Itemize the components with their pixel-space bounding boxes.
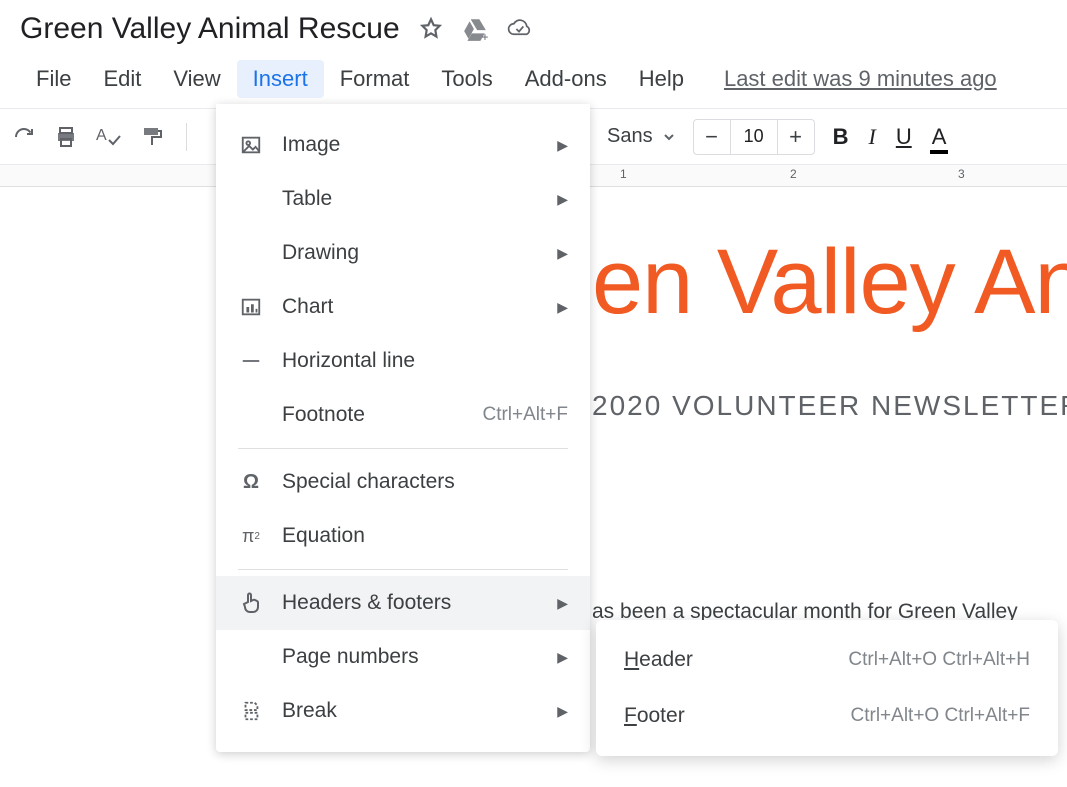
insert-break-label: Break: [282, 699, 539, 723]
underline-button[interactable]: U: [896, 124, 912, 150]
last-edit-link[interactable]: Last edit was 9 minutes ago: [724, 66, 997, 92]
menu-insert[interactable]: Insert: [237, 60, 324, 98]
blank-icon: [238, 644, 264, 670]
menu-edit[interactable]: Edit: [87, 60, 157, 98]
horizontal-line-icon: [238, 348, 264, 374]
font-size-value[interactable]: 10: [730, 120, 778, 154]
ruler-mark: 1: [620, 167, 627, 181]
chevron-right-icon: ▶: [557, 137, 568, 154]
blank-icon: [238, 402, 264, 428]
bold-button[interactable]: B: [833, 124, 849, 150]
svg-text:A: A: [96, 127, 107, 144]
font-size-decrease[interactable]: −: [694, 120, 730, 154]
menu-file[interactable]: File: [20, 60, 87, 98]
document-subtitle[interactable]: 2020 VOLUNTEER NEWSLETTER: [592, 390, 1067, 422]
insert-hf-label: Headers & footers: [282, 591, 539, 615]
insert-chart[interactable]: Chart ▶: [216, 280, 590, 334]
drive-icon[interactable]: +: [462, 16, 488, 42]
format-buttons: B I U A: [833, 124, 947, 150]
insert-horizontal-line[interactable]: Horizontal line: [216, 334, 590, 388]
insert-image-label: Image: [282, 133, 539, 157]
insert-page-numbers[interactable]: Page numbers ▶: [216, 630, 590, 684]
menu-tools[interactable]: Tools: [425, 60, 508, 98]
image-icon: [238, 132, 264, 158]
submenu-header-shortcut: Ctrl+Alt+O Ctrl+Alt+H: [848, 649, 1030, 671]
insert-drawing[interactable]: Drawing ▶: [216, 226, 590, 280]
insert-hline-label: Horizontal line: [282, 349, 568, 373]
chevron-right-icon: ▶: [557, 299, 568, 316]
title-actions: +: [418, 16, 532, 42]
document-headline[interactable]: en Valley Ani: [592, 230, 1067, 335]
omega-icon: Ω: [238, 469, 264, 495]
font-size-group: − 10 +: [693, 119, 815, 155]
insert-footnote[interactable]: Footnote Ctrl+Alt+F: [216, 388, 590, 442]
chart-icon: [238, 294, 264, 320]
document-title[interactable]: Green Valley Animal Rescue: [20, 12, 400, 46]
insert-headers-footers[interactable]: Headers & footers ▶: [216, 576, 590, 630]
menu-separator: [238, 569, 568, 570]
insert-pagenum-label: Page numbers: [282, 645, 539, 669]
chevron-right-icon: ▶: [557, 191, 568, 208]
svg-text:+: +: [481, 30, 488, 42]
menu-separator: [238, 448, 568, 449]
insert-chart-label: Chart: [282, 295, 539, 319]
blank-icon: [238, 186, 264, 212]
insert-drawing-label: Drawing: [282, 241, 539, 265]
spellcheck-icon[interactable]: A: [96, 125, 122, 149]
print-icon[interactable]: [54, 125, 78, 149]
submenu-footer[interactable]: Footer Ctrl+Alt+O Ctrl+Alt+F: [596, 688, 1058, 744]
submenu-footer-shortcut: Ctrl+Alt+O Ctrl+Alt+F: [851, 705, 1031, 727]
insert-special-characters[interactable]: Ω Special characters: [216, 455, 590, 509]
submenu-footer-label: Footer: [624, 704, 835, 728]
toolbar-separator: [186, 123, 187, 151]
ruler-mark: 2: [790, 167, 797, 181]
chevron-right-icon: ▶: [557, 703, 568, 720]
chevron-down-icon: [663, 131, 675, 143]
chevron-right-icon: ▶: [557, 649, 568, 666]
font-family-label: Sans: [607, 125, 653, 148]
menu-format[interactable]: Format: [324, 60, 426, 98]
redo-icon[interactable]: [12, 125, 36, 149]
cursor-hand-icon: [238, 590, 264, 616]
italic-button[interactable]: I: [868, 124, 875, 150]
paint-format-icon[interactable]: [140, 125, 164, 149]
ruler-mark: 3: [958, 167, 965, 181]
star-icon[interactable]: [418, 16, 444, 42]
insert-menu-dropdown: Image ▶ Table ▶ Drawing ▶ Chart ▶ Horizo…: [216, 104, 590, 752]
blank-icon: [238, 240, 264, 266]
footnote-shortcut: Ctrl+Alt+F: [482, 404, 568, 426]
insert-footnote-label: Footnote: [282, 403, 464, 427]
chevron-right-icon: ▶: [557, 245, 568, 262]
cloud-saved-icon[interactable]: [506, 16, 532, 42]
menu-help[interactable]: Help: [623, 60, 700, 98]
insert-image[interactable]: Image ▶: [216, 118, 590, 172]
menu-addons[interactable]: Add-ons: [509, 60, 623, 98]
font-family-select[interactable]: Sans: [607, 125, 675, 148]
insert-table-label: Table: [282, 187, 539, 211]
text-color-button[interactable]: A: [932, 124, 947, 150]
submenu-header-label: Header: [624, 648, 832, 672]
pi-icon: π2: [238, 523, 264, 549]
insert-table[interactable]: Table ▶: [216, 172, 590, 226]
insert-special-chars-label: Special characters: [282, 470, 568, 494]
font-size-increase[interactable]: +: [778, 120, 814, 154]
menu-view[interactable]: View: [157, 60, 236, 98]
submenu-header[interactable]: Header Ctrl+Alt+O Ctrl+Alt+H: [596, 632, 1058, 688]
title-bar: Green Valley Animal Rescue +: [0, 0, 1067, 54]
menubar: File Edit View Insert Format Tools Add-o…: [0, 54, 1067, 109]
insert-equation[interactable]: π2 Equation: [216, 509, 590, 563]
chevron-right-icon: ▶: [557, 595, 568, 612]
insert-equation-label: Equation: [282, 524, 568, 548]
headers-footers-submenu: Header Ctrl+Alt+O Ctrl+Alt+H Footer Ctrl…: [596, 620, 1058, 756]
page-break-icon: [238, 698, 264, 724]
insert-break[interactable]: Break ▶: [216, 684, 590, 738]
